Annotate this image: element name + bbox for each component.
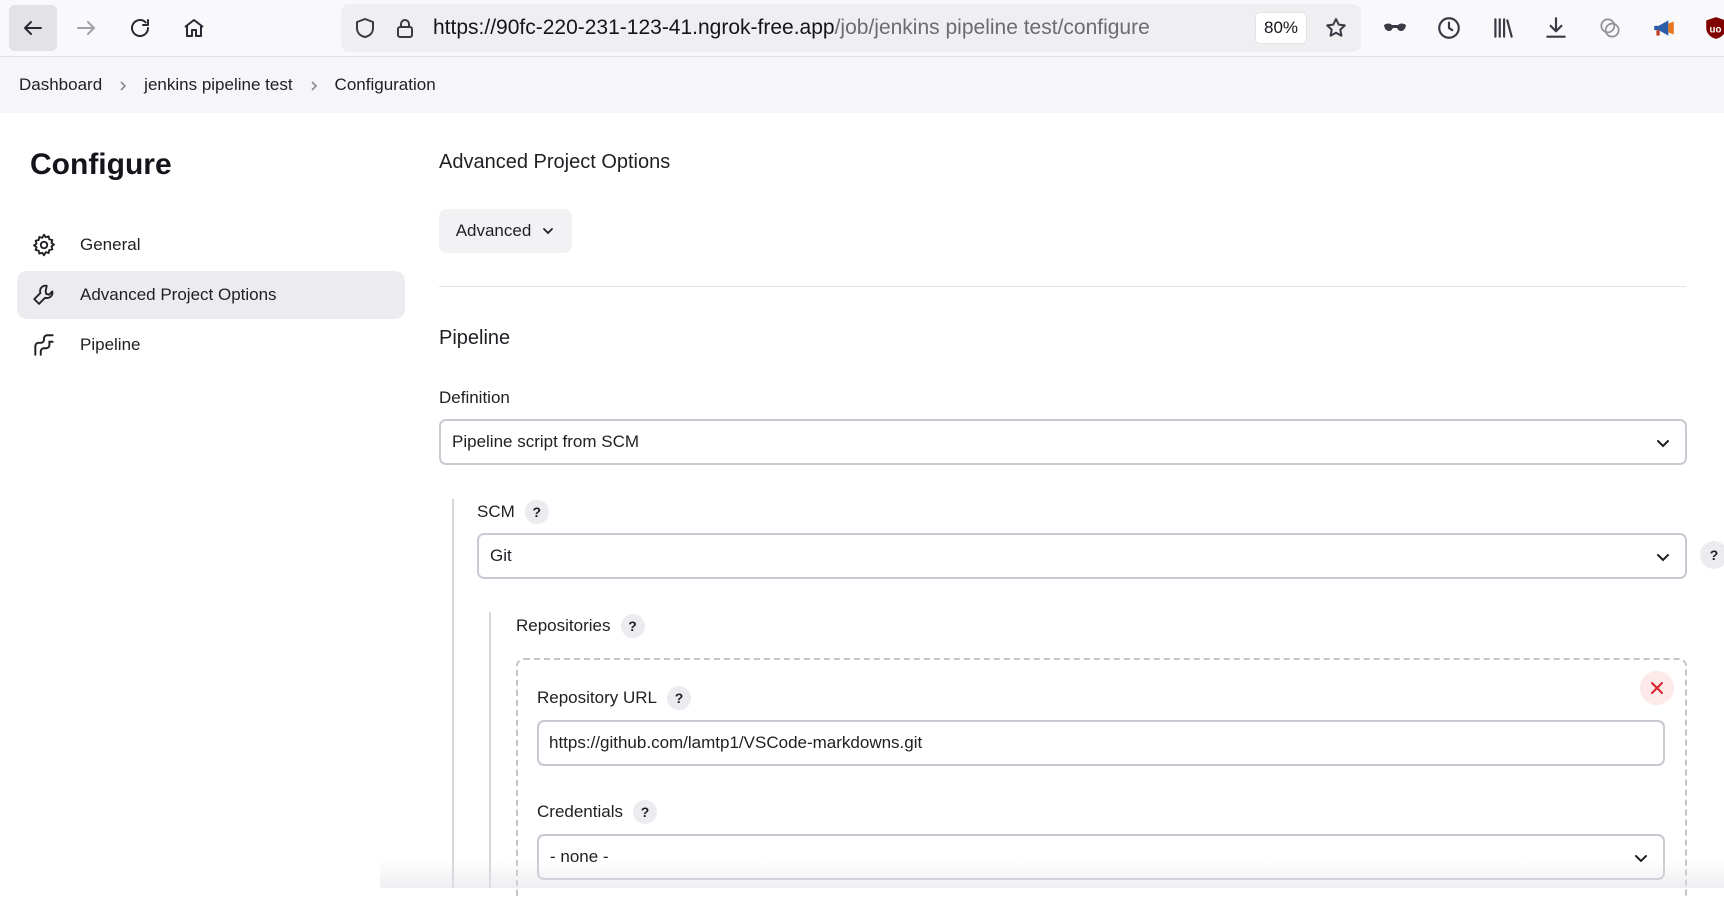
star-icon[interactable]: [1323, 16, 1349, 40]
repositories-indent-line: [489, 612, 491, 888]
help-icon[interactable]: ?: [633, 800, 657, 824]
scm-indent-line: [452, 499, 454, 888]
library-icon[interactable]: [1489, 14, 1517, 42]
scm-label: SCM ?: [477, 500, 549, 524]
section-divider: [439, 286, 1686, 287]
repository-url-label: Repository URL ?: [537, 686, 691, 710]
url-path: /job/jenkins pipeline test/configure: [834, 16, 1150, 39]
home-button[interactable]: [170, 5, 218, 51]
sidebar-item-label: Advanced Project Options: [80, 285, 277, 304]
back-icon: [24, 21, 42, 35]
reload-icon: [131, 19, 149, 37]
svg-text:uo: uo: [1710, 24, 1722, 35]
url-text[interactable]: https://90fc-220-231-123-41.ngrok-free.a…: [433, 4, 1150, 52]
breadcrumb-bar: Dashboard jenkins pipeline test Configur…: [0, 57, 1724, 113]
browser-toolbar: https://90fc-220-231-123-41.ngrok-free.a…: [0, 0, 1724, 57]
definition-label: Definition: [439, 388, 510, 408]
repository-url-value: https://github.com/lamtp1/VSCode-markdow…: [549, 733, 923, 752]
scroll-shadow: [380, 860, 1724, 888]
scm-value: Git: [490, 546, 512, 565]
repositories-label: Repositories ?: [516, 614, 645, 638]
chevron-down-icon: [1657, 440, 1669, 448]
back-button[interactable]: [9, 5, 57, 51]
repository-url-label-text: Repository URL: [537, 688, 657, 707]
breadcrumb-dashboard[interactable]: Dashboard: [19, 75, 102, 95]
repository-url-input[interactable]: https://github.com/lamtp1/VSCode-markdow…: [537, 720, 1665, 766]
sidebar-item-general[interactable]: General: [17, 221, 405, 269]
url-host: https://90fc-220-231-123-41.ngrok-free.a…: [433, 16, 835, 39]
zoom-level-badge[interactable]: 80%: [1255, 12, 1307, 44]
scm-label-text: SCM: [477, 502, 515, 521]
breadcrumb-configuration[interactable]: Configuration: [335, 75, 436, 95]
address-bar[interactable]: https://90fc-220-231-123-41.ngrok-free.a…: [341, 4, 1361, 52]
download-icon[interactable]: [1542, 14, 1570, 42]
sidebar-item-label: General: [80, 235, 141, 254]
help-icon[interactable]: ?: [620, 614, 645, 638]
sidebar-item-label: Pipeline: [80, 335, 141, 354]
chevron-down-icon: [543, 228, 554, 235]
advanced-section-title: Advanced Project Options: [439, 151, 671, 173]
extension-icon[interactable]: [1596, 14, 1624, 42]
chevron-right-icon: [102, 75, 144, 95]
advanced-button[interactable]: Advanced: [439, 209, 572, 253]
wrench-icon: [30, 281, 58, 309]
advanced-button-label: Advanced: [455, 221, 532, 240]
credentials-label: Credentials ?: [537, 800, 657, 824]
help-icon[interactable]: ?: [1700, 541, 1724, 569]
chevron-down-icon: [1657, 554, 1669, 562]
home-icon: [184, 19, 204, 37]
forward-icon: [77, 21, 95, 35]
breadcrumb-job[interactable]: jenkins pipeline test: [144, 75, 292, 95]
definition-label-text: Definition: [439, 388, 510, 407]
help-icon[interactable]: ?: [667, 686, 691, 710]
help-icon[interactable]: ?: [524, 500, 549, 524]
history-icon[interactable]: [1435, 14, 1463, 42]
pipeline-section-title: Pipeline: [439, 327, 511, 349]
definition-select[interactable]: Pipeline script from SCM: [439, 419, 1687, 465]
private-mask-icon[interactable]: [1381, 14, 1409, 42]
gear-icon: [30, 231, 58, 259]
chevron-right-icon: [293, 75, 335, 95]
breadcrumb: Dashboard jenkins pipeline test Configur…: [19, 57, 436, 113]
shield-icon[interactable]: [353, 16, 377, 40]
pipeline-icon: [30, 331, 58, 359]
megaphone-icon[interactable]: [1650, 14, 1678, 42]
sidebar-item-pipeline[interactable]: Pipeline: [17, 321, 405, 369]
sidebar-item-advanced-project-options[interactable]: Advanced Project Options: [17, 271, 405, 319]
scm-select[interactable]: Git: [477, 533, 1687, 579]
remove-repository-button[interactable]: [1640, 671, 1674, 705]
credentials-label-text: Credentials: [537, 802, 623, 821]
ublock-icon[interactable]: uo: [1703, 14, 1724, 42]
definition-value: Pipeline script from SCM: [452, 432, 640, 451]
lock-icon[interactable]: [393, 16, 417, 40]
close-icon: [1651, 682, 1663, 694]
page-title: Configure: [30, 148, 172, 181]
forward-button[interactable]: [62, 5, 110, 51]
reload-button[interactable]: [116, 5, 164, 51]
repositories-label-text: Repositories: [516, 616, 611, 635]
